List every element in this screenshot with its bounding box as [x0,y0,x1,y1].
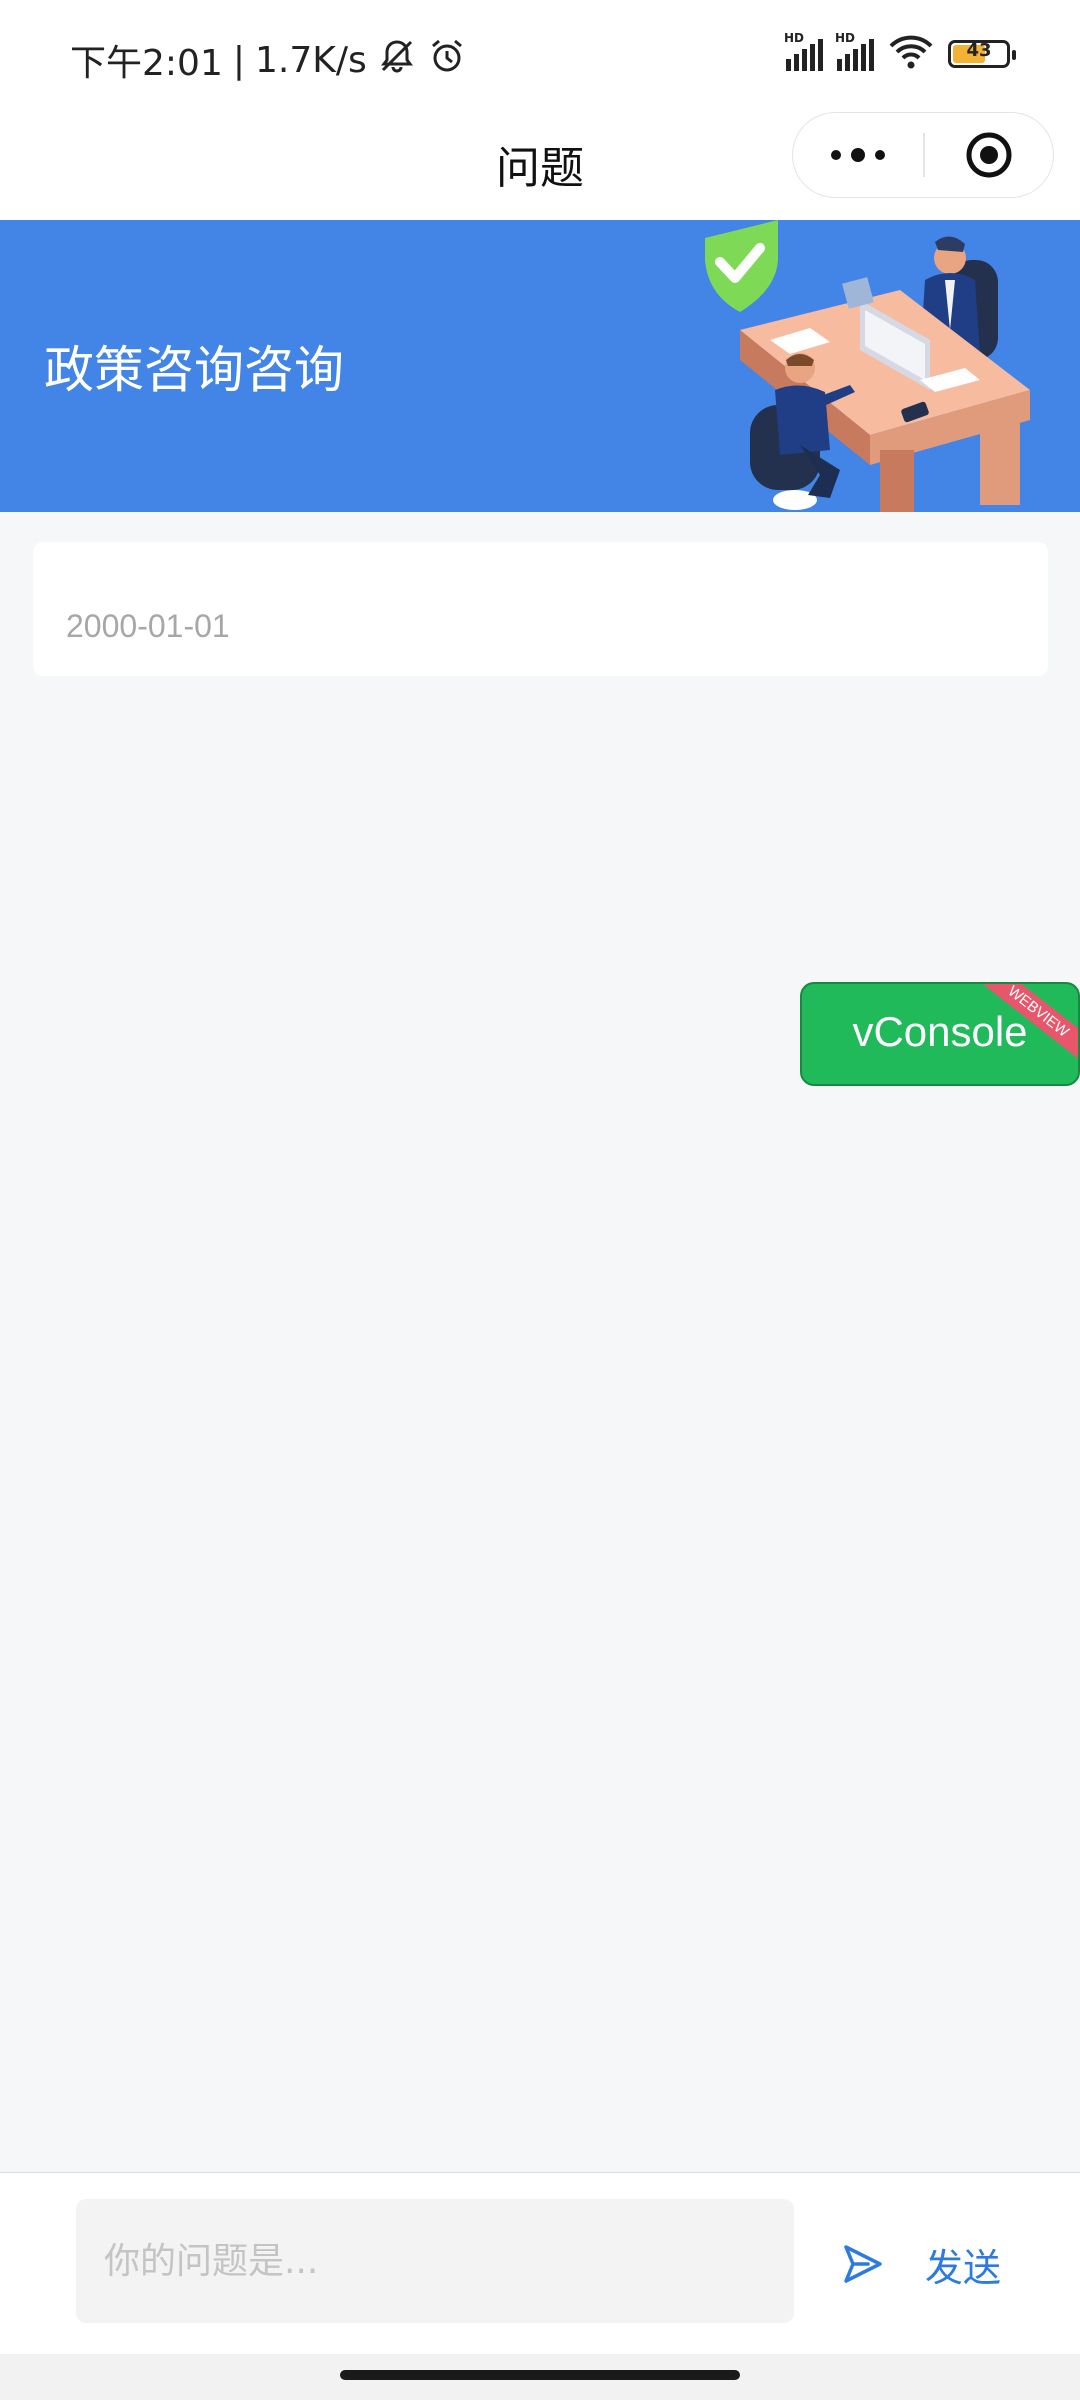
status-time: 下午2:01 [70,43,223,84]
mini-program-capsule [792,112,1054,198]
send-button[interactable]: 发送 [925,2237,1001,2292]
network-speed: 1.7K/s [254,39,367,81]
banner: 政策咨询咨询 [0,220,1080,512]
bell-off-icon [377,36,417,85]
question-card[interactable]: 2000-01-01 [33,542,1048,676]
input-bar: 发送 [0,2172,1080,2355]
hd-signal-icon: HD [835,31,874,71]
vconsole-button[interactable]: vConsole WEBVIEW [800,982,1080,1086]
status-left: 下午2:01 | 1.7K/s [70,34,467,86]
nav-bar: 问题 [0,110,1080,220]
question-date: 2000-01-01 [66,608,230,644]
alarm-icon [427,36,467,85]
question-input[interactable] [76,2199,794,2323]
more-dots-icon [831,148,885,162]
wifi-icon [888,34,934,74]
status-bar: 下午2:01 | 1.7K/s HD HD 43 [0,0,1080,110]
send-icon[interactable] [842,2243,884,2289]
battery-icon: 43 [948,40,1016,68]
close-button[interactable] [925,113,1053,197]
status-separator: | [232,39,245,81]
status-right: HD HD 43 [784,31,1016,74]
battery-level: 43 [966,40,992,61]
home-indicator[interactable] [340,2370,740,2380]
close-target-icon [966,132,1012,178]
more-menu-button[interactable] [793,113,923,197]
banner-title: 政策咨询咨询 [44,341,344,399]
office-illustration [705,220,1030,512]
hd-signal-icon: HD [784,31,823,71]
